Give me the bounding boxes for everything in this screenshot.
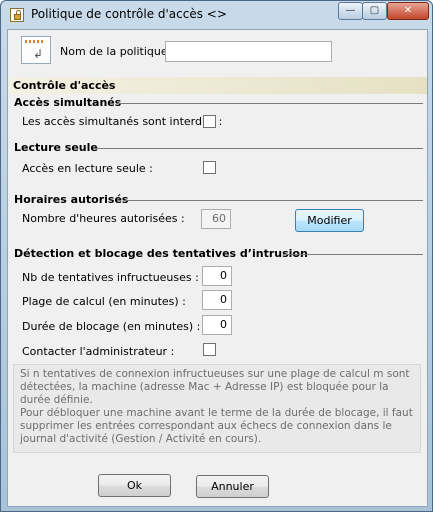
section-title-read-only: Lecture seule: [14, 141, 98, 154]
policy-name-label: Nom de la politique :: [60, 45, 175, 58]
dialog-window: Politique de contrôle d'accès <> — ▢ ✕ ↲…: [0, 0, 433, 512]
dialog-client-area: ↲ Nom de la politique : Contrôle d'accès…: [7, 29, 428, 507]
section-divider: [116, 103, 423, 104]
modify-button[interactable]: Modifier: [295, 209, 364, 232]
section-title-intrusion: Détection et blocage des tentatives d’in…: [14, 247, 308, 260]
failed-attempts-input[interactable]: 0: [202, 266, 232, 286]
read-only-label: Accès en lecture seule :: [22, 162, 153, 175]
section-title-simultaneous: Accès simultanés: [14, 96, 122, 109]
block-duration-input[interactable]: 0: [202, 315, 232, 335]
close-button[interactable]: ✕: [387, 2, 429, 20]
maximize-button[interactable]: ▢: [362, 2, 387, 20]
calc-range-input[interactable]: 0: [202, 290, 232, 310]
cancel-button[interactable]: Annuler: [196, 475, 269, 498]
contact-admin-label: Contacter l'administrateur :: [22, 345, 175, 358]
section-divider: [96, 148, 423, 149]
access-control-header: Contrôle d'accès: [9, 77, 427, 94]
section-divider: [283, 254, 423, 255]
minimize-button[interactable]: —: [338, 2, 363, 20]
info-text: Si n tentatives de connexion infructueus…: [20, 368, 413, 445]
block-duration-label: Durée de blocage (en minutes) :: [22, 320, 201, 333]
window-title: Politique de contrôle d'accès <>: [31, 7, 227, 21]
failed-attempts-label: Nb de tentatives infructueuses :: [22, 271, 199, 284]
simultaneous-access-label: Les accès simultanés sont interdits :: [22, 115, 223, 128]
section-title-hours: Horaires autorisés: [14, 193, 129, 206]
title-bar[interactable]: Politique de contrôle d'accès <> — ▢ ✕: [1, 1, 432, 29]
read-only-checkbox[interactable]: [203, 161, 216, 174]
allowed-hours-label: Nombre d'heures autorisées :: [22, 212, 185, 225]
policy-name-input[interactable]: [165, 41, 332, 62]
simultaneous-access-checkbox[interactable]: [203, 115, 216, 128]
lock-icon: [10, 8, 24, 22]
policy-document-icon: ↲: [21, 36, 51, 64]
allowed-hours-field: 60: [201, 209, 231, 229]
info-note: Si n tentatives de connexion infructueus…: [13, 364, 421, 453]
contact-admin-checkbox[interactable]: [203, 343, 216, 356]
calc-range-label: Plage de calcul (en minutes) :: [22, 295, 186, 308]
ok-button[interactable]: Ok: [98, 474, 171, 497]
section-divider: [123, 200, 423, 201]
